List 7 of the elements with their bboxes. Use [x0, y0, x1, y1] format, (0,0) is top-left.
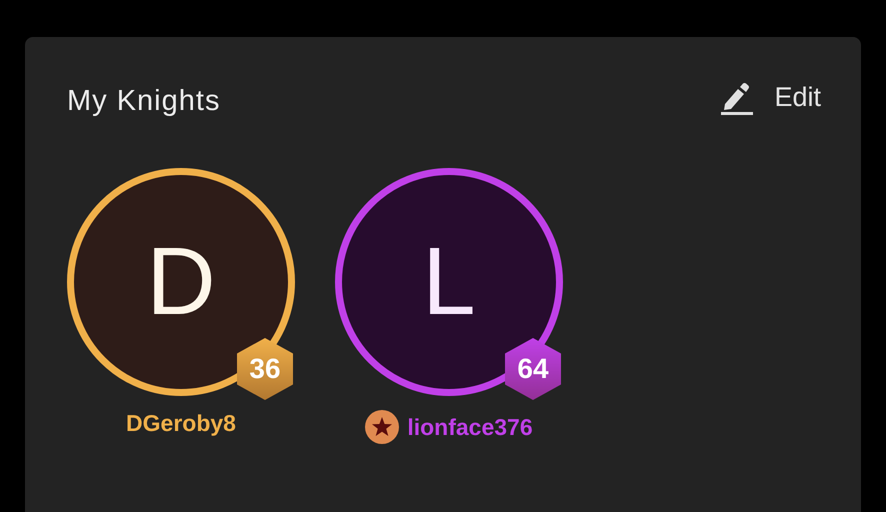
level-badge: 64 — [505, 338, 561, 400]
level-badge: 36 — [237, 338, 293, 400]
edit-button[interactable]: Edit — [720, 80, 821, 114]
username[interactable]: DGeroby8 — [126, 410, 236, 437]
username[interactable]: lionface376 — [407, 414, 533, 440]
section-title: My Knights — [67, 85, 220, 118]
pencil-icon — [720, 80, 754, 114]
